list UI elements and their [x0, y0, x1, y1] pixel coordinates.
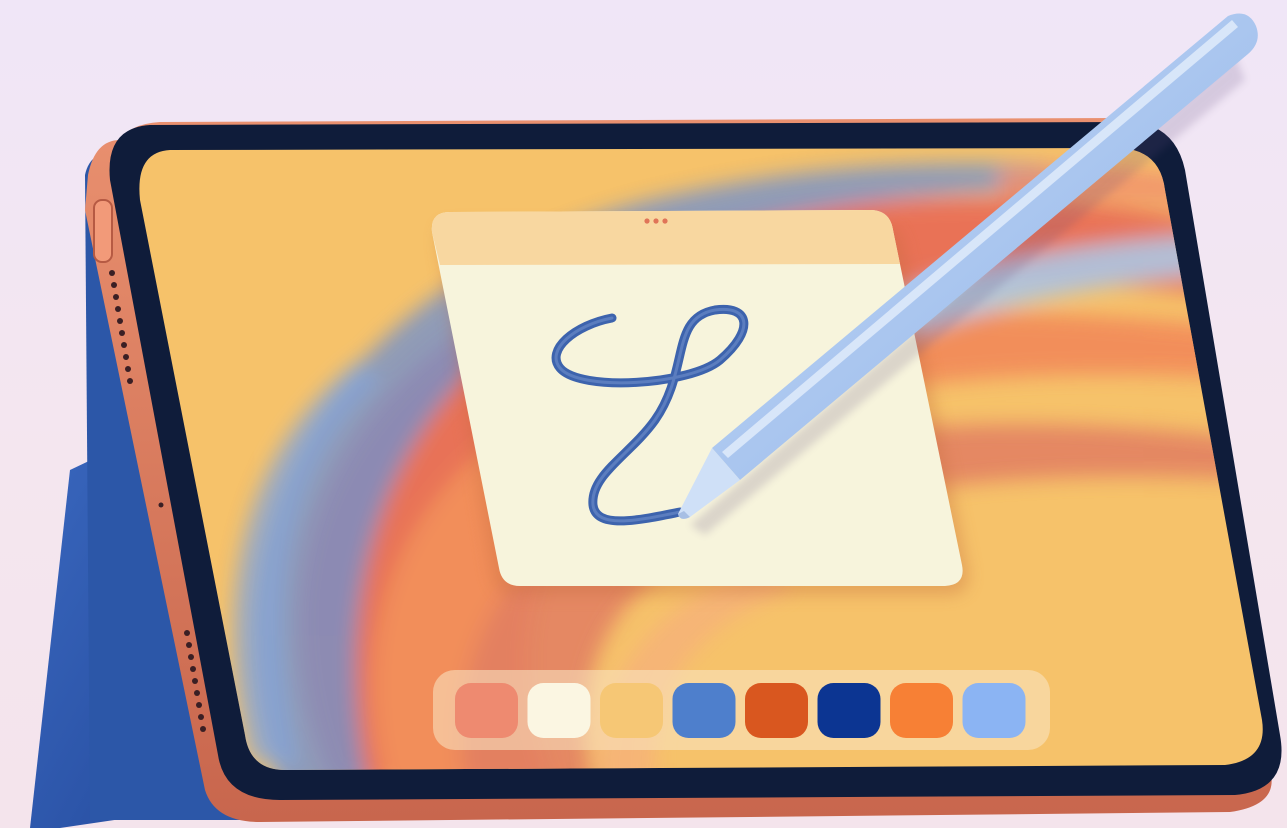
swatch-rust[interactable]	[745, 683, 808, 738]
side-button	[93, 199, 113, 263]
swatch-blue[interactable]	[672, 683, 736, 738]
swatch-sky[interactable]	[962, 683, 1026, 738]
swatch-orange[interactable]	[890, 683, 953, 738]
swatch-sand[interactable]	[600, 683, 663, 738]
color-palette	[433, 670, 1050, 750]
note-window-header	[431, 210, 900, 265]
swatch-navy[interactable]	[817, 683, 881, 738]
palette-dock	[433, 670, 1050, 750]
tablet-illustration	[30, 13, 1282, 828]
swatch-coral[interactable]	[455, 683, 518, 738]
swatch-cream[interactable]	[527, 683, 591, 738]
ellipsis-icon[interactable]	[644, 218, 668, 224]
microphone-dot	[158, 502, 164, 508]
